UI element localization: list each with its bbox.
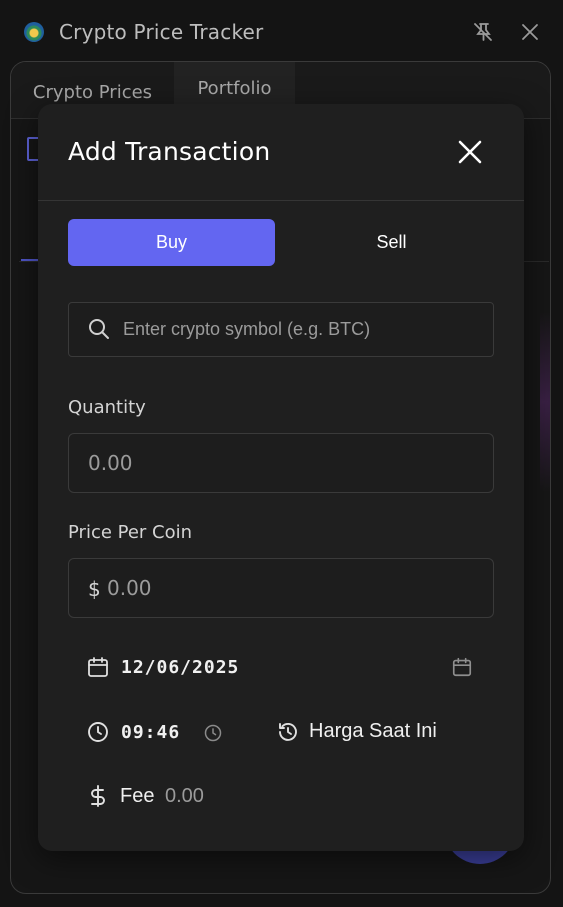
- time-input[interactable]: 09:46: [121, 722, 180, 743]
- title-bar: Crypto Price Tracker: [0, 0, 563, 62]
- price-field-wrapper: $: [68, 558, 494, 618]
- date-input[interactable]: 12/06/2025: [121, 657, 239, 678]
- currency-prefix: $: [88, 577, 101, 601]
- buy-toggle-button[interactable]: Buy: [68, 219, 275, 266]
- app-logo-icon: [24, 22, 44, 42]
- quantity-field-wrapper: [68, 433, 494, 493]
- modal-title: Add Transaction: [68, 137, 271, 166]
- current-price-button[interactable]: Harga Saat Ini: [309, 720, 437, 743]
- close-window-icon[interactable]: [518, 20, 542, 44]
- time-picker-icon[interactable]: [203, 723, 223, 743]
- sell-toggle-button[interactable]: Sell: [288, 219, 495, 266]
- clock-icon: [88, 722, 108, 742]
- quantity-input[interactable]: [88, 434, 478, 492]
- fee-input[interactable]: 0.00: [165, 785, 204, 808]
- pin-off-icon[interactable]: [471, 20, 495, 44]
- fee-label: Fee: [120, 785, 155, 807]
- modal-header: Add Transaction: [38, 104, 524, 201]
- search-icon: [89, 319, 109, 339]
- add-transaction-modal: Add Transaction Buy Sell Quantity Price …: [38, 104, 524, 851]
- history-icon[interactable]: [276, 720, 300, 744]
- calendar-icon: [88, 657, 108, 677]
- dollar-icon: [91, 785, 105, 807]
- price-per-coin-input[interactable]: [107, 559, 477, 617]
- window-title: Crypto Price Tracker: [59, 20, 264, 44]
- date-picker-icon[interactable]: [451, 656, 473, 678]
- price-per-coin-label: Price Per Coin: [68, 522, 193, 543]
- crypto-search-box: [68, 302, 494, 357]
- close-modal-icon[interactable]: [454, 136, 486, 168]
- quantity-label: Quantity: [68, 397, 146, 418]
- crypto-symbol-input[interactable]: [123, 303, 483, 356]
